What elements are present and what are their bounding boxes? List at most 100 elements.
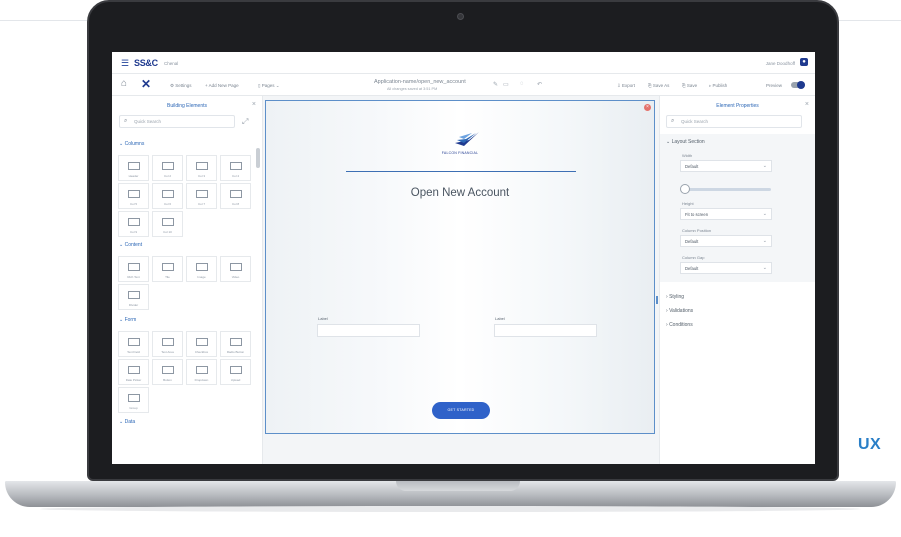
- user-name[interactable]: Jane Doodhoff: [766, 61, 795, 66]
- width-slider-track[interactable]: [683, 188, 771, 191]
- edit-icon[interactable]: ✎: [493, 81, 498, 88]
- close-icon[interactable]: ×: [644, 104, 651, 111]
- builder-logo-icon[interactable]: ✕: [141, 78, 151, 90]
- column-gap-select[interactable]: Default ⌄: [680, 262, 772, 274]
- mobile-view-icon[interactable]: ◌: [520, 81, 524, 87]
- settings-button[interactable]: ⚙ Settings: [170, 83, 192, 89]
- editor-toolbar: ⌂ ✕ ⚙ Settings + Add New Page ▯ Pages ⌄ …: [112, 74, 815, 96]
- width-select[interactable]: Default ⌄: [680, 160, 772, 172]
- search-placeholder: Quick Search: [681, 119, 709, 124]
- canvas-area: × FALCON FINANCIAL Open New Account Labe…: [263, 96, 659, 464]
- laptop-screen: ☰ SS&C Chenal Jane Doodhoff ● ⌂ ✕ ⚙ Sett…: [112, 52, 815, 464]
- form-title: Open New Account: [410, 187, 510, 199]
- laptop-notch: [396, 481, 520, 491]
- tile-form[interactable]: Checkbox: [186, 331, 217, 357]
- building-elements-panel: Building Elements × ⌕ Quick Search ⤢ ⌄ C…: [112, 96, 263, 464]
- height-select[interactable]: Fit to screen ⌄: [680, 208, 772, 220]
- search-placeholder: Quick Search: [134, 119, 162, 124]
- app-logo: SS&C: [134, 58, 158, 68]
- text-field-left[interactable]: [317, 324, 420, 337]
- expand-icon[interactable]: ⤢: [242, 117, 248, 127]
- publish-button[interactable]: ▹ Publish: [709, 83, 727, 89]
- conditions-section-header[interactable]: › Conditions: [666, 322, 693, 328]
- tile-column[interactable]: Col 9: [118, 211, 149, 237]
- chevron-down-icon: ⌄: [762, 163, 767, 169]
- tile-form[interactable]: Button: [152, 359, 183, 385]
- save-as-button[interactable]: ⎘ Save As: [648, 83, 669, 88]
- properties-search-input[interactable]: ⌕ Quick Search: [666, 115, 802, 128]
- chevron-down-icon: ⌄: [762, 265, 767, 271]
- width-label: Width: [682, 153, 693, 158]
- tile-form[interactable]: Text Field: [118, 331, 149, 357]
- tile-column[interactable]: Col 6: [152, 183, 183, 209]
- tile-form[interactable]: Date Picker: [118, 359, 149, 385]
- panel-scrollbar[interactable]: [256, 148, 260, 168]
- falcon-logo-icon: [455, 132, 479, 146]
- pages-dropdown[interactable]: ▯ Pages ⌄: [258, 83, 280, 89]
- tile-content[interactable]: Rich Text: [118, 256, 149, 282]
- user-avatar-icon[interactable]: ●: [800, 58, 808, 66]
- tile-form[interactable]: Upload: [220, 359, 251, 385]
- layout-section-header[interactable]: ⌄ Layout Section: [666, 139, 705, 145]
- close-icon[interactable]: ×: [805, 101, 809, 108]
- add-page-button[interactable]: + Add New Page: [205, 83, 239, 88]
- tile-column[interactable]: Col 3: [186, 155, 217, 181]
- tile-column[interactable]: Col 10: [152, 211, 183, 237]
- validations-section-header[interactable]: › Validations: [666, 308, 693, 314]
- styling-section-header[interactable]: › Styling: [666, 294, 684, 300]
- text-field-right[interactable]: [494, 324, 597, 337]
- close-icon[interactable]: ×: [252, 101, 256, 108]
- section-columns[interactable]: ⌄ Columns: [119, 141, 144, 147]
- page-canvas[interactable]: × FALCON FINANCIAL Open New Account Labe…: [265, 100, 655, 434]
- document-title[interactable]: Application-name/open_new_account: [374, 79, 466, 85]
- tile-column[interactable]: Header: [118, 155, 149, 181]
- field-label-left: Label: [318, 316, 328, 321]
- search-icon: ⌕: [671, 118, 675, 124]
- building-elements-title: Building Elements: [166, 103, 208, 109]
- tile-form[interactable]: Group: [118, 387, 149, 413]
- tile-column[interactable]: Col 7: [186, 183, 217, 209]
- home-icon[interactable]: ⌂: [121, 79, 127, 89]
- width-slider-handle[interactable]: [680, 184, 690, 194]
- chevron-down-icon: ⌄: [762, 238, 767, 244]
- corner-text: UX: [858, 436, 882, 453]
- app-subtitle: Chenal: [164, 61, 179, 66]
- field-label-right: Label: [495, 316, 505, 321]
- element-properties-title: Element Properties: [716, 103, 759, 109]
- resize-handle[interactable]: [656, 296, 658, 304]
- brand-name: FALCON FINANCIAL: [441, 151, 479, 155]
- tile-content[interactable]: Video: [220, 256, 251, 282]
- preview-label: Preview: [766, 83, 783, 88]
- export-button[interactable]: ⇩ Export: [617, 83, 635, 89]
- column-position-select[interactable]: Default ⌄: [680, 235, 772, 247]
- section-form[interactable]: ⌄ Form: [119, 317, 136, 323]
- tile-column[interactable]: Col 2: [152, 155, 183, 181]
- get-started-button[interactable]: GET STARTED: [432, 402, 490, 419]
- tile-content[interactable]: Tile: [152, 256, 183, 282]
- tile-column[interactable]: Col 4: [220, 155, 251, 181]
- preview-toggle[interactable]: [791, 81, 805, 89]
- webcam: [457, 13, 464, 20]
- tile-content[interactable]: Image: [186, 256, 217, 282]
- tile-column[interactable]: Col 8: [220, 183, 251, 209]
- page-stage: UX ☰ SS&C Chenal Jane Doodhoff ● ⌂ ✕ ⚙ S…: [0, 0, 901, 537]
- tile-content[interactable]: Divider: [118, 284, 149, 310]
- tile-column[interactable]: Col 5: [118, 183, 149, 209]
- section-content[interactable]: ⌄ Content: [119, 242, 142, 248]
- header-divider: [346, 171, 576, 172]
- undo-icon[interactable]: ↶: [537, 81, 542, 88]
- elements-search-input[interactable]: ⌕ Quick Search: [119, 115, 235, 128]
- tile-form[interactable]: Text Area: [152, 331, 183, 357]
- desktop-view-icon[interactable]: ▭: [503, 81, 509, 88]
- tile-form[interactable]: Radio Button: [220, 331, 251, 357]
- tile-form[interactable]: Dropdown: [186, 359, 217, 385]
- chevron-down-icon: ⌄: [762, 211, 767, 217]
- save-button[interactable]: ⎘ Save: [682, 83, 697, 88]
- app-header: ☰ SS&C Chenal Jane Doodhoff ●: [112, 52, 815, 74]
- column-position-label: Column Position: [682, 228, 712, 233]
- search-icon: ⌕: [124, 118, 128, 124]
- section-data[interactable]: ⌄ Data: [119, 419, 135, 425]
- laptop-shadow: [40, 506, 861, 512]
- menu-icon[interactable]: ☰: [121, 59, 129, 68]
- element-properties-panel: Element Properties × ⌕ Quick Search ⌄ La…: [659, 96, 815, 464]
